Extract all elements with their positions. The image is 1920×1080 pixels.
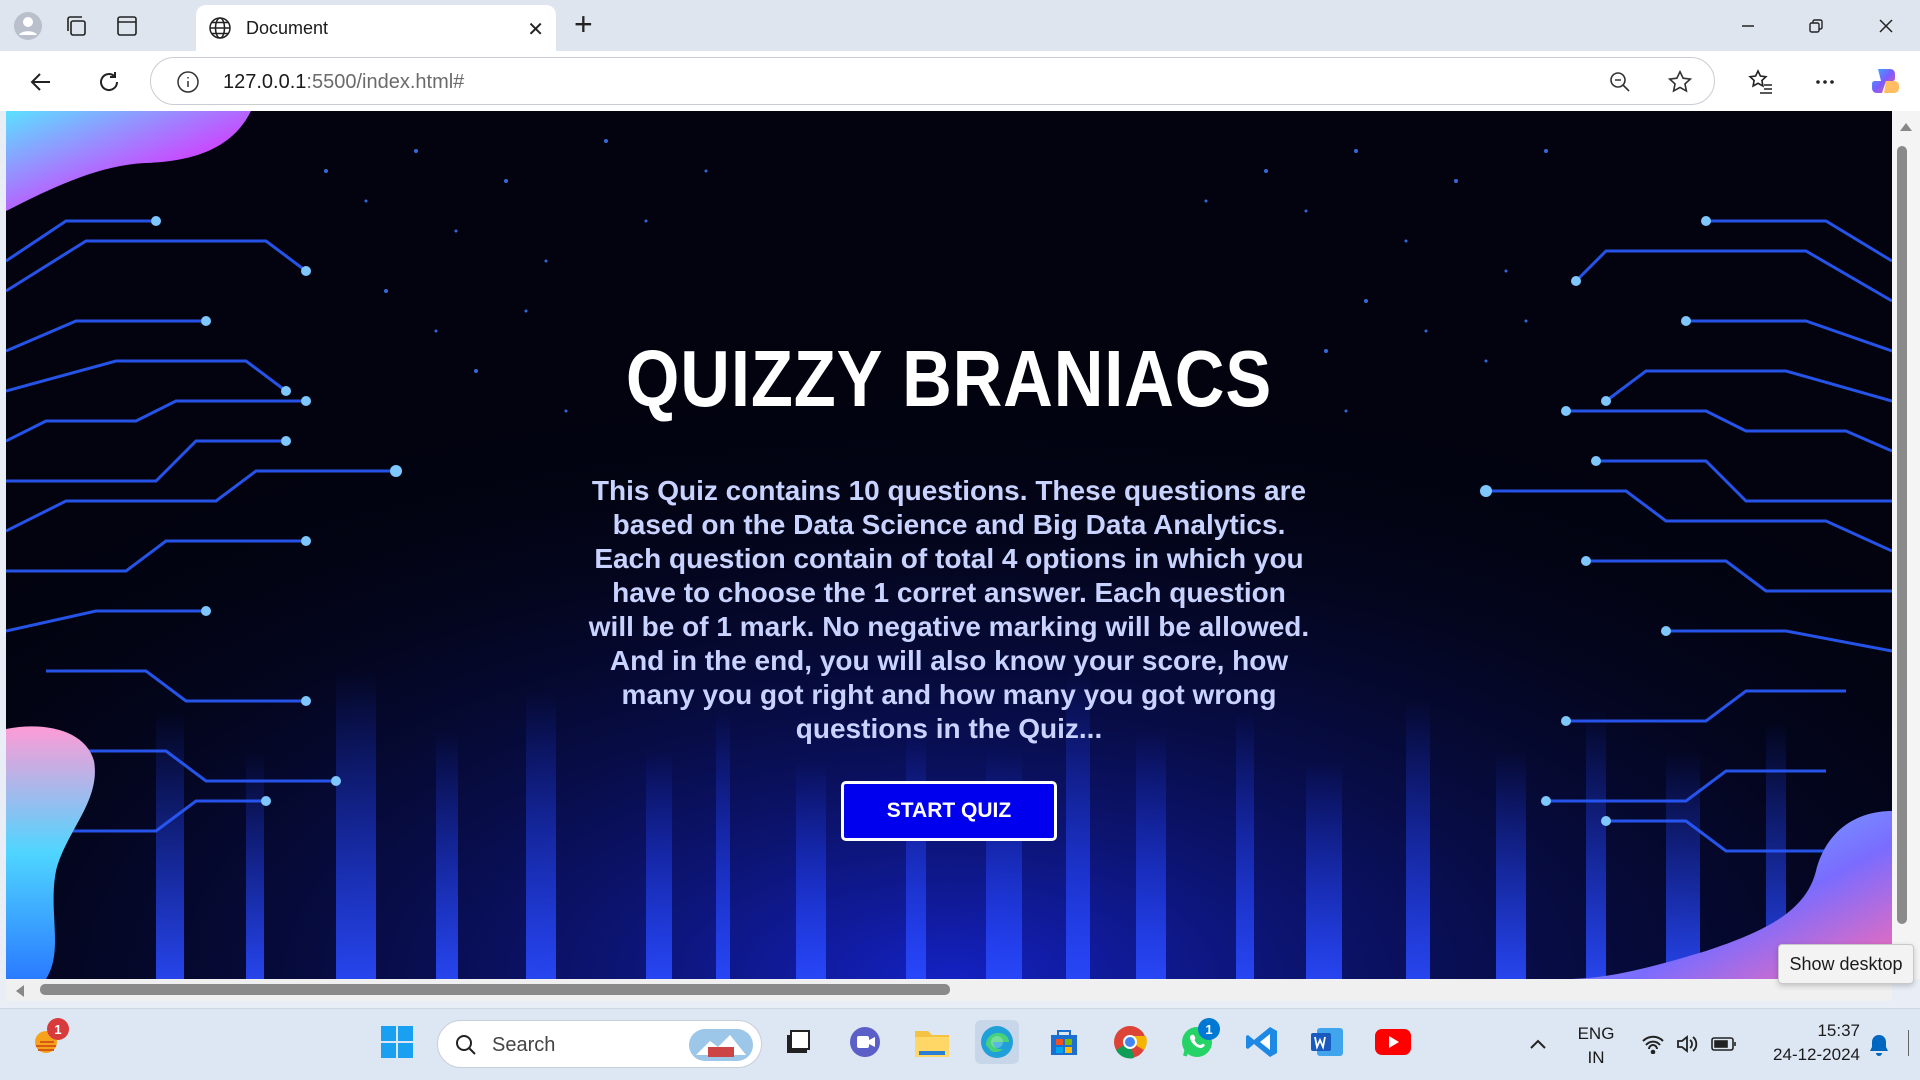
url-path: :5500/index.html# bbox=[306, 71, 465, 93]
word-icon[interactable] bbox=[1305, 1020, 1349, 1064]
favorites-icon[interactable] bbox=[1744, 65, 1778, 99]
windows-start-icon[interactable] bbox=[375, 1020, 419, 1064]
close-icon[interactable]: ✕ bbox=[527, 17, 544, 42]
taskbar bbox=[0, 1008, 1920, 1080]
whatsapp-badge: 1 bbox=[1198, 1018, 1220, 1040]
language-code: ENG bbox=[1577, 1024, 1615, 1043]
browser-toolbar: 127.0.0.1:5500/index.html# bbox=[0, 51, 1920, 111]
search-highlight-icon bbox=[688, 1027, 754, 1063]
globe-icon bbox=[208, 16, 232, 45]
taskbar-search[interactable]: Search bbox=[437, 1020, 762, 1068]
quiz-description: This Quiz contains 10 questions. These q… bbox=[588, 475, 1310, 744]
file-explorer-icon[interactable] bbox=[910, 1020, 954, 1064]
horizontal-scroll-thumb[interactable] bbox=[40, 984, 950, 995]
scroll-left-icon[interactable] bbox=[14, 984, 26, 998]
copilot-icon[interactable] bbox=[1868, 63, 1904, 99]
window-close-icon[interactable] bbox=[1866, 10, 1906, 42]
restore-icon[interactable] bbox=[1796, 10, 1836, 42]
wifi-icon[interactable] bbox=[1640, 1032, 1666, 1056]
clock[interactable]: 15:37 24-12-2024 bbox=[1752, 1021, 1860, 1065]
refresh-icon[interactable] bbox=[92, 65, 126, 99]
language-indicator[interactable]: ENG IN bbox=[1574, 1024, 1618, 1068]
browser-title-bar: Document ✕ + bbox=[0, 0, 1920, 51]
scroll-up-icon[interactable] bbox=[1899, 121, 1913, 133]
bell-icon[interactable] bbox=[1866, 1032, 1892, 1058]
profile-icon[interactable] bbox=[12, 10, 44, 42]
zoom-out-icon[interactable] bbox=[1607, 69, 1633, 95]
minimize-icon[interactable] bbox=[1728, 10, 1768, 42]
teams-icon[interactable] bbox=[843, 1020, 887, 1064]
clock-date: 24-12-2024 bbox=[1773, 1045, 1860, 1064]
favorite-star-icon[interactable] bbox=[1666, 68, 1694, 96]
url-host: 127.0.0.1 bbox=[223, 71, 307, 93]
task-view-icon[interactable] bbox=[776, 1020, 820, 1064]
page-title: QUIZZY BRANIACS bbox=[625, 334, 1273, 423]
weather-badge: 1 bbox=[47, 1018, 69, 1040]
start-quiz-button[interactable]: START QUIZ bbox=[841, 781, 1057, 841]
clock-time: 15:37 bbox=[1817, 1021, 1860, 1040]
battery-icon[interactable] bbox=[1710, 1032, 1738, 1056]
search-label: Search bbox=[492, 1034, 556, 1056]
new-tab-icon[interactable]: + bbox=[574, 8, 593, 40]
tab-title: Document bbox=[246, 18, 329, 38]
tab-actions-icon[interactable] bbox=[111, 10, 143, 42]
youtube-icon[interactable] bbox=[1371, 1020, 1415, 1064]
volume-icon[interactable] bbox=[1674, 1032, 1700, 1056]
back-icon[interactable] bbox=[24, 65, 58, 99]
store-icon[interactable] bbox=[1042, 1020, 1086, 1064]
address-bar[interactable]: 127.0.0.1:5500/index.html# bbox=[150, 57, 1715, 105]
chrome-icon[interactable] bbox=[1108, 1020, 1152, 1064]
vscode-icon[interactable] bbox=[1240, 1020, 1284, 1064]
url-text: 127.0.0.1:5500/index.html# bbox=[223, 71, 464, 94]
vertical-scroll-thumb[interactable] bbox=[1897, 146, 1907, 924]
edge-icon[interactable] bbox=[975, 1020, 1019, 1064]
show-desktop-divider[interactable] bbox=[1908, 1030, 1909, 1056]
tab-document[interactable]: Document ✕ bbox=[196, 5, 556, 51]
more-icon[interactable] bbox=[1808, 65, 1842, 99]
chevron-up-icon[interactable] bbox=[1526, 1032, 1550, 1056]
info-icon[interactable] bbox=[175, 69, 201, 95]
show-desktop-tooltip: Show desktop bbox=[1778, 944, 1914, 984]
region-code: IN bbox=[1587, 1048, 1605, 1067]
page-viewport: QUIZZY BRANIACS This Quiz contains 10 qu… bbox=[6, 111, 1892, 979]
search-icon bbox=[454, 1033, 478, 1057]
workspaces-icon[interactable] bbox=[60, 10, 92, 42]
